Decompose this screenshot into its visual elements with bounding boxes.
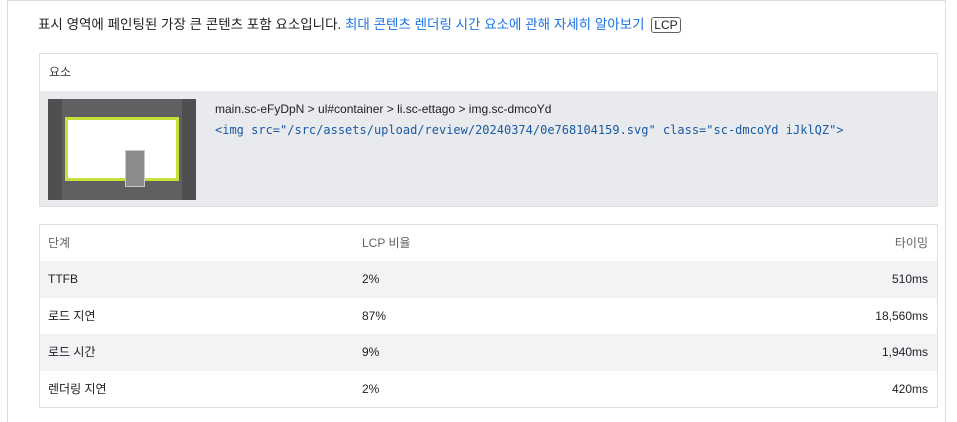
table-row: 로드 시간 9% 1,940ms [40,334,937,371]
element-snippet[interactable]: <img src="/src/assets/upload/review/2024… [215,123,844,137]
row-timing: 510ms [891,272,928,286]
element-highlight-box [65,117,179,187]
table-header-row: 단계 LCP 비율 타이밍 [40,225,937,261]
learn-more-link[interactable]: 최대 콘텐츠 렌더링 시간 요소에 관해 자세히 알아보기 [345,17,645,32]
row-ratio: 87% [362,308,387,323]
header-timing: 타이밍 [894,236,928,250]
thumbnail-left-strip [48,99,62,200]
element-selector[interactable]: main.sc-eFyDpN > ul#container > li.sc-et… [215,102,551,116]
row-phase: 로드 시간 [48,345,96,360]
header-phase: 단계 [48,236,71,250]
lcp-element-card: 요소 main.sc-eFyDpN > ul#container > li.sc… [39,53,938,207]
row-timing: 420ms [891,381,928,396]
element-card-body: main.sc-eFyDpN > ul#container > li.sc-et… [40,91,937,206]
element-card-header: 요소 [40,54,937,92]
header-ratio: LCP 비율 [362,236,411,250]
table-row: 로드 지연 87% 18,560ms [40,298,937,335]
table-row: 렌더링 지연 2% 420ms [40,371,937,408]
row-ratio: 9% [362,345,380,360]
row-timing: 1,940ms [881,345,928,360]
lcp-chip: LCP [651,17,681,33]
element-thumbnail[interactable] [48,99,196,200]
table-row: TTFB 2% 510ms [40,261,937,298]
thumbnail-right-strip [182,99,196,200]
row-ratio: 2% [362,272,380,286]
row-phase: TTFB [48,272,78,286]
row-phase: 로드 지연 [48,308,96,323]
row-timing: 18,560ms [875,308,928,323]
row-ratio: 2% [362,381,380,396]
row-phase: 렌더링 지연 [48,381,107,396]
thumbnail-image-icon [125,150,145,187]
description-text: 표시 영역에 페인팅된 가장 큰 콘텐츠 포함 요소입니다. [38,17,342,32]
lcp-phase-table: 단계 LCP 비율 타이밍 TTFB 2% 510ms 로드 지연 87% 18… [39,224,938,409]
lcp-description: 표시 영역에 페인팅된 가장 큰 콘텐츠 포함 요소입니다. 최대 콘텐츠 렌더… [38,15,681,35]
